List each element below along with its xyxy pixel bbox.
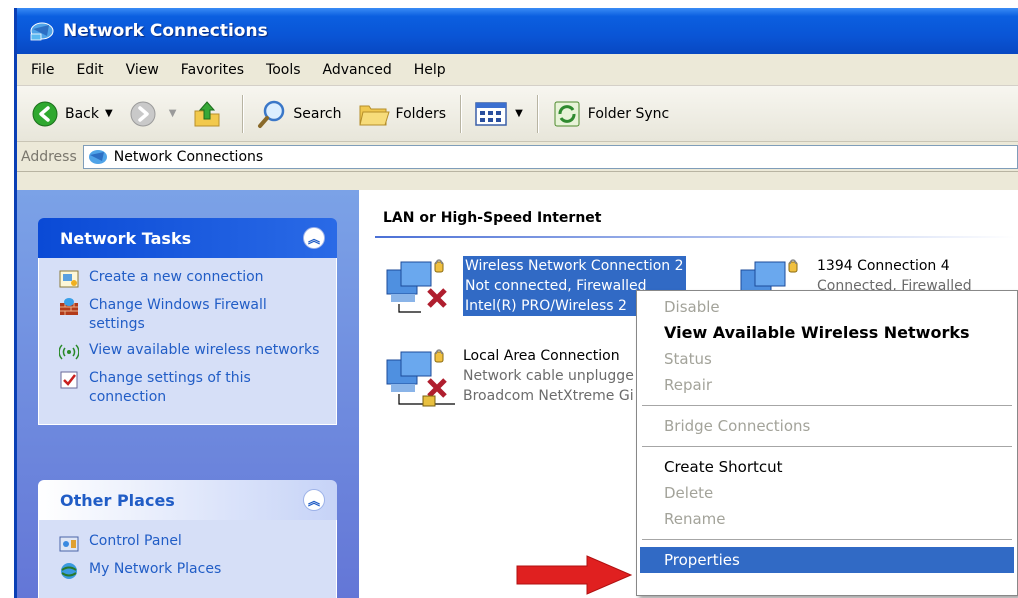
network-connections-icon [88, 149, 107, 164]
forward-dropdown-icon[interactable]: ▼ [169, 108, 177, 119]
title-bar[interactable]: Network Connections [17, 8, 1018, 54]
menu-file[interactable]: File [21, 62, 66, 78]
menu-edit[interactable]: Edit [66, 62, 115, 78]
address-value: Network Connections [113, 148, 264, 165]
network-tasks-header[interactable]: Network Tasks ︽ [38, 218, 337, 258]
other-places-body: Control Panel My Network Places [38, 520, 337, 598]
views-button[interactable]: ▼ [467, 94, 531, 134]
task-label: View available wireless networks [89, 342, 320, 358]
toolbar-separator [242, 94, 244, 133]
views-icon [475, 101, 507, 126]
task-create-connection[interactable]: Create a new connection [59, 268, 326, 289]
collapse-chevron-icon[interactable]: ︽ [303, 489, 325, 511]
up-folder-icon [194, 100, 220, 126]
menu-item-properties[interactable]: Properties [640, 547, 1014, 573]
place-my-network-places[interactable]: My Network Places [59, 560, 326, 581]
menu-item-disable[interactable]: Disable [640, 294, 1014, 320]
menu-item-create-shortcut[interactable]: Create Shortcut [640, 454, 1014, 480]
task-label: Change settings of this connection [89, 370, 251, 405]
new-connection-icon [59, 270, 79, 288]
back-dropdown-icon[interactable]: ▼ [105, 108, 113, 119]
menu-tools[interactable]: Tools [256, 62, 313, 78]
group-header: LAN or High-Speed Internet [383, 210, 602, 226]
search-label: Search [293, 105, 342, 122]
control-panel-icon [59, 536, 79, 552]
context-menu: Disable View Available Wireless Networks… [636, 290, 1018, 596]
menu-item-bridge[interactable]: Bridge Connections [640, 413, 1014, 439]
place-label: My Network Places [89, 561, 222, 577]
task-change-settings[interactable]: Change settings of this connection [59, 369, 326, 407]
folder-sync-button[interactable]: Folder Sync [544, 94, 677, 134]
folders-label: Folders [395, 105, 447, 122]
address-label: Address [21, 148, 77, 165]
menu-help[interactable]: Help [404, 62, 458, 78]
connection-name: 1394 Connection 4 [817, 258, 950, 274]
task-pane: Network Tasks ︽ Create a new connection [17, 190, 359, 598]
menu-bar: File Edit View Favorites Tools Advanced … [17, 54, 1018, 86]
red-arrow-icon [516, 555, 633, 595]
connection-name: Wireless Network Connection 2 [463, 256, 686, 276]
menu-item-view-wireless[interactable]: View Available Wireless Networks [640, 320, 1014, 346]
forward-arrow-icon [130, 101, 156, 126]
forward-button[interactable]: ▼ [121, 94, 185, 134]
collapse-chevron-icon[interactable]: ︽ [303, 227, 325, 249]
task-label: Change Windows Firewall settings [89, 297, 267, 332]
views-dropdown-icon[interactable]: ▼ [515, 108, 523, 119]
toolbar-separator [536, 94, 538, 133]
place-label: Control Panel [89, 533, 182, 549]
network-places-icon [61, 563, 77, 579]
other-places-header[interactable]: Other Places ︽ [38, 480, 337, 520]
network-connections-icon [30, 22, 54, 41]
menu-item-status[interactable]: Status [640, 346, 1014, 372]
back-arrow-icon [32, 101, 58, 126]
network-connection-icon [386, 259, 447, 313]
menu-item-rename[interactable]: Rename [640, 506, 1014, 532]
other-places-title: Other Places [60, 490, 175, 510]
network-tasks-title: Network Tasks [60, 228, 192, 248]
menu-item-delete[interactable]: Delete [640, 480, 1014, 506]
place-control-panel[interactable]: Control Panel [59, 532, 326, 553]
back-button[interactable]: Back ▼ [23, 94, 121, 134]
network-tasks-panel: Network Tasks ︽ Create a new connection [38, 218, 337, 425]
connection-local-area-text: Local Area Connection Network cable unpl… [463, 346, 634, 426]
menu-separator [642, 405, 1012, 406]
other-places-panel: Other Places ︽ Control Panel My Network … [38, 480, 337, 598]
menu-view[interactable]: View [116, 62, 171, 78]
address-bar: Address Network Connections [17, 142, 1018, 172]
toolbar: Back ▼ ▼ Search Folders ▼ Folder Sync [17, 86, 1018, 142]
up-folder-button[interactable] [184, 94, 236, 134]
settings-icon [60, 371, 78, 389]
folders-icon [358, 105, 390, 125]
firewall-icon [60, 298, 78, 315]
connection-device: Broadcom NetXtreme Gi [463, 388, 634, 404]
menu-item-repair[interactable]: Repair [640, 372, 1014, 398]
menu-advanced[interactable]: Advanced [313, 62, 404, 78]
task-label: Create a new connection [89, 269, 264, 285]
menu-separator [642, 539, 1012, 540]
connection-status: Network cable unplugge [463, 368, 634, 384]
wireless-icon [59, 344, 79, 360]
group-divider [375, 236, 1015, 238]
network-tasks-body: Create a new connection Change Windows F… [38, 258, 337, 425]
window-title: Network Connections [63, 21, 268, 41]
back-label: Back [65, 105, 99, 122]
toolbar-separator [460, 94, 462, 133]
folders-button[interactable]: Folders [350, 94, 455, 134]
connection-local-area[interactable]: Local Area Connection Network cable unpl… [381, 346, 634, 426]
menu-separator [642, 446, 1012, 447]
connection-name: Local Area Connection [463, 348, 620, 364]
search-button[interactable]: Search [249, 94, 349, 134]
task-change-firewall[interactable]: Change Windows Firewall settings [59, 296, 326, 334]
folder-sync-icon [554, 101, 580, 126]
address-field[interactable]: Network Connections [82, 144, 1018, 169]
task-view-wireless[interactable]: View available wireless networks [59, 341, 326, 362]
menu-favorites[interactable]: Favorites [171, 62, 256, 78]
folder-sync-label: Folder Sync [587, 105, 670, 122]
search-icon [258, 100, 285, 128]
network-connection-icon [386, 349, 455, 407]
